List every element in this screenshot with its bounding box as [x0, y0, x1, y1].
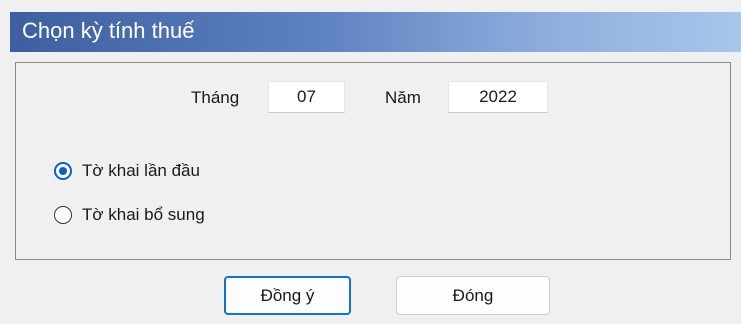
radio-supplementary-declaration[interactable]: Tờ khai bổ sung [54, 205, 205, 225]
radio-supplementary-declaration-label: Tờ khai bổ sung [82, 205, 205, 224]
month-label: Tháng [191, 88, 240, 107]
radio-selected-icon[interactable] [54, 162, 72, 180]
year-label: Năm [385, 88, 421, 107]
month-field[interactable] [268, 81, 345, 113]
radio-unselected-icon[interactable] [54, 206, 72, 224]
tax-period-dialog: Chọn kỳ tính thuế Tháng Năm Tờ khai lần … [0, 0, 741, 324]
period-group-box: Tháng Năm Tờ khai lần đầu Tờ khai bổ sun… [15, 62, 731, 260]
radio-first-declaration[interactable]: Tờ khai lần đầu [54, 161, 200, 181]
year-field[interactable] [448, 81, 548, 113]
title-bar: Chọn kỳ tính thuế [10, 12, 741, 52]
ok-button[interactable]: Đồng ý [224, 276, 351, 315]
close-button[interactable]: Đóng [396, 276, 550, 315]
radio-first-declaration-label: Tờ khai lần đầu [82, 161, 200, 180]
dialog-title: Chọn kỳ tính thuế [22, 18, 195, 43]
